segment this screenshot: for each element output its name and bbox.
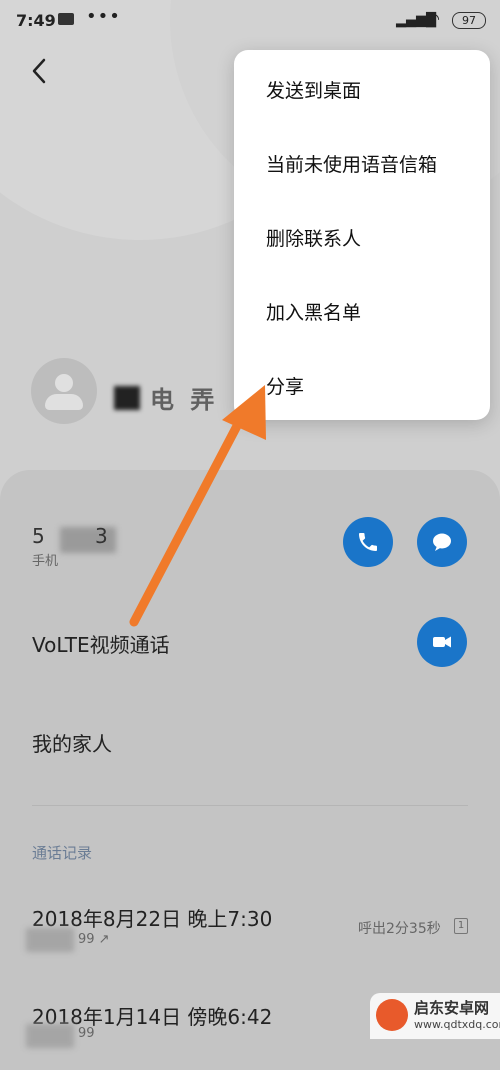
- watermark: 启东安卓网 www.qdtxdq.com: [370, 993, 500, 1039]
- annotation-arrow: [129, 385, 266, 627]
- watermark-url: www.qdtxdq.com: [414, 1018, 500, 1031]
- watermark-title: 启东安卓网: [414, 999, 490, 1017]
- watermark-logo-icon: [376, 999, 408, 1031]
